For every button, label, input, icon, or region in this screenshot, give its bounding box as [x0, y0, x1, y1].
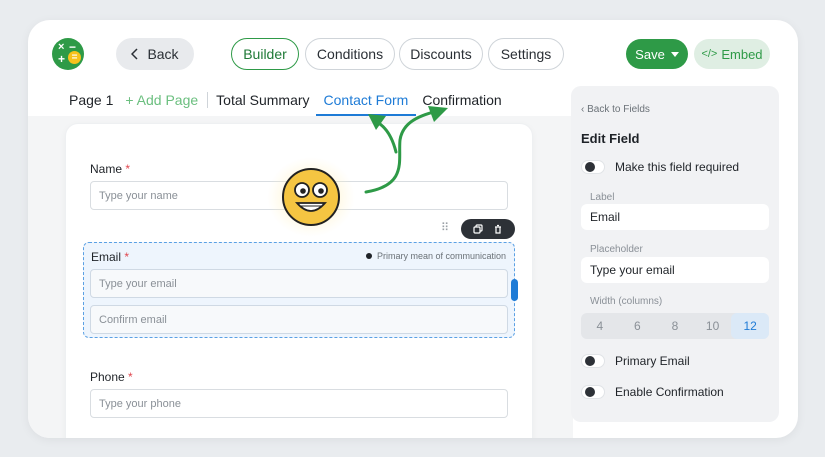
width-selector: 4 6 8 10 12 [581, 313, 769, 339]
embed-button[interactable]: </> Embed [694, 39, 770, 69]
embed-label: Embed [721, 46, 763, 62]
name-label-text: Name [90, 162, 123, 176]
divider [207, 92, 209, 108]
panel-title: Edit Field [581, 131, 640, 146]
width-option-12[interactable]: 12 [731, 313, 769, 339]
back-label: Back [147, 46, 179, 62]
field-toolbar [461, 219, 515, 239]
confirmation-toggle-label: Enable Confirmation [615, 385, 724, 399]
primary-email-label: Primary Email [615, 354, 690, 368]
primary-note: Primary mean of communication [365, 251, 506, 261]
label-caption: Label [590, 192, 615, 203]
back-button[interactable]: Back [116, 38, 194, 70]
placeholder-input[interactable]: Type your email [581, 257, 769, 283]
confirmation-toggle-row[interactable]: Enable Confirmation [581, 385, 724, 399]
width-caption: Width (columns) [590, 296, 663, 307]
confirm-email-input[interactable]: Confirm email [90, 305, 508, 334]
drag-handle-icon[interactable]: ⠿ [441, 223, 449, 235]
app-window: × − + = Back Builder Conditions Discounts S… [28, 20, 798, 438]
email-input[interactable]: Type your email [90, 269, 508, 298]
required-toggle[interactable] [581, 160, 605, 174]
required-mark: * [128, 370, 133, 384]
tab-conditions[interactable]: Conditions [305, 38, 395, 70]
primary-note-text: Primary mean of communication [376, 251, 506, 261]
width-option-8[interactable]: 8 [656, 313, 694, 339]
smiley-mascot-icon [267, 157, 355, 237]
required-toggle-label: Make this field required [615, 160, 740, 174]
trash-icon[interactable] [493, 224, 503, 234]
page-1-tab[interactable]: Page 1 [69, 92, 113, 108]
app-logo: × − + = [52, 38, 84, 70]
bullet-icon [365, 253, 372, 259]
required-mark: * [125, 162, 131, 176]
add-page-button[interactable]: + Add Page [125, 92, 198, 108]
required-mark: * [124, 250, 130, 264]
curved-arrow-icon [364, 106, 448, 194]
tab-total-summary[interactable]: Total Summary [216, 92, 309, 108]
edit-field-panel: ‹ Back to Fields Edit Field Make this fi… [571, 86, 779, 422]
primary-email-toggle[interactable] [581, 354, 605, 368]
caret-down-icon[interactable] [670, 51, 679, 57]
label-input[interactable]: Email [581, 204, 769, 230]
confirmation-toggle[interactable] [581, 385, 605, 399]
code-icon: </> [701, 48, 718, 60]
primary-email-toggle-row[interactable]: Primary Email [581, 354, 690, 368]
width-option-6[interactable]: 6 [619, 313, 657, 339]
save-button[interactable]: Save [626, 39, 688, 69]
name-field-label: Name * [90, 162, 130, 176]
email-field-block[interactable]: Email * Primary mean of communication Ty… [83, 242, 518, 338]
email-label-text: Email [91, 250, 122, 264]
width-option-4[interactable]: 4 [581, 313, 619, 339]
tab-settings[interactable]: Settings [488, 38, 564, 70]
resize-handle[interactable] [511, 279, 518, 301]
tab-builder[interactable]: Builder [231, 38, 299, 70]
phone-label-text: Phone [90, 370, 125, 384]
width-option-10[interactable]: 10 [694, 313, 732, 339]
tab-discounts[interactable]: Discounts [399, 38, 483, 70]
required-toggle-row[interactable]: Make this field required [581, 160, 739, 174]
phone-field-label: Phone * [90, 370, 133, 384]
back-to-fields-text: Back to Fields [587, 104, 650, 115]
email-field-label: Email * [91, 250, 129, 264]
chevron-left-icon [131, 48, 138, 60]
save-label: Save [635, 46, 665, 62]
copy-icon[interactable] [473, 224, 483, 234]
placeholder-caption: Placeholder [590, 244, 643, 255]
back-to-fields-link[interactable]: ‹ Back to Fields [581, 104, 650, 115]
phone-input[interactable]: Type your phone [90, 389, 508, 418]
